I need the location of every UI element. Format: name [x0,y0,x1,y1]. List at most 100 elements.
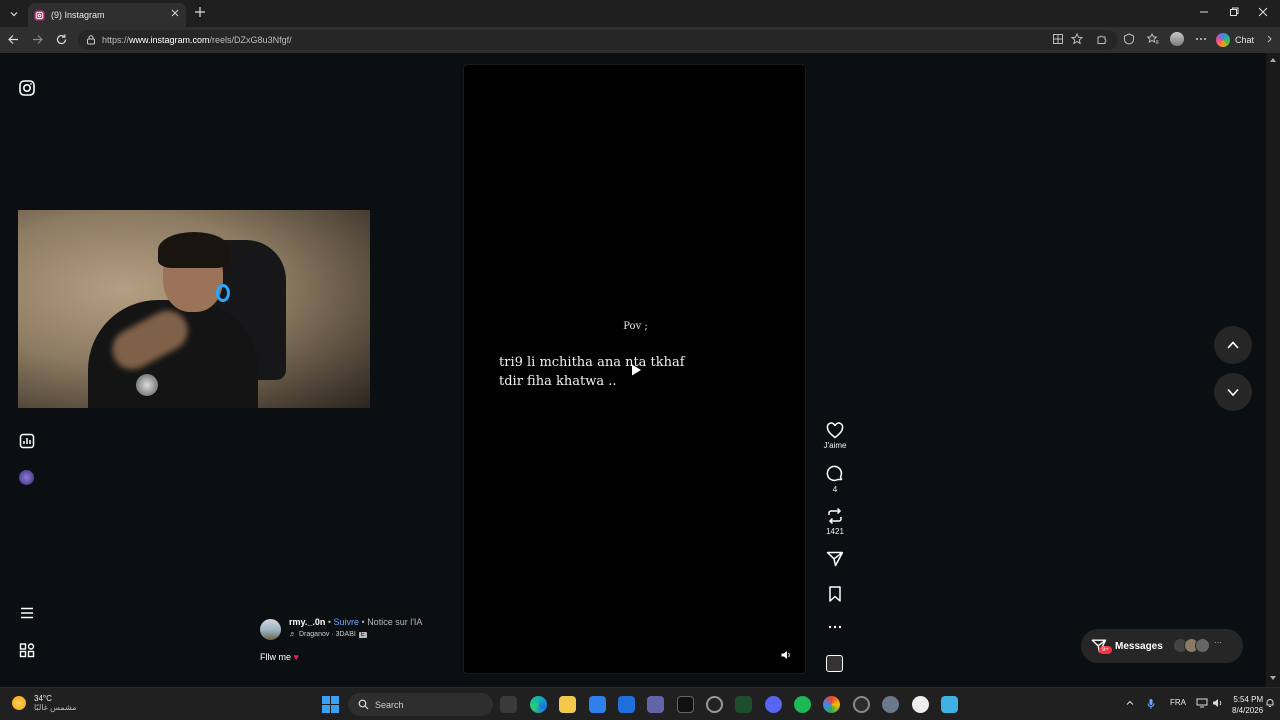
time: 5:54 PM [1233,695,1264,704]
follow-button[interactable]: Suivre [334,617,360,627]
tab-title: (9) Instagram [51,10,105,20]
github-icon[interactable] [853,696,870,713]
back-arrow-icon[interactable] [7,33,20,46]
chevron-down-icon [10,12,18,17]
tab-actions-menu-button[interactable] [4,4,24,24]
settings-gear-icon[interactable] [882,696,899,713]
app-a-icon[interactable] [677,696,694,713]
notifications-icon[interactable] [1265,698,1275,708]
forward-arrow-icon[interactable] [31,33,44,46]
repost-action[interactable]: 1421 [820,507,850,536]
browser-essentials-icon[interactable] [1123,33,1135,45]
teams-icon[interactable] [647,696,664,713]
ai-notice-link[interactable]: Notice sur l'IA [367,617,422,627]
repost-icon[interactable] [826,507,844,525]
close-window-icon[interactable] [1257,6,1269,18]
sidebar-toggle-icon[interactable] [1266,33,1276,45]
refresh-icon[interactable] [55,33,68,46]
audio-thumbnail[interactable] [826,655,843,672]
caption-text: Fllw me [260,652,291,662]
music-info[interactable]: ♬ Draganov · 3DABI E [289,631,367,638]
new-tab-icon[interactable] [194,6,206,18]
volume-icon[interactable] [1212,698,1224,708]
save-action[interactable] [820,585,850,603]
minimize-icon[interactable] [1198,6,1210,18]
terminal-app-icon[interactable] [735,696,752,713]
instagram-logo-icon[interactable] [18,79,36,97]
app-available-icon[interactable] [1052,33,1064,45]
author-line: rmy._.0n • Suivre • Notice sur l'IA [289,617,422,627]
restore-icon[interactable] [1228,6,1240,18]
profile-avatar-small[interactable] [19,470,34,485]
also-from-meta-icon[interactable] [18,642,36,660]
weather-widget[interactable]: 34°C مشمس غالبًا [12,694,76,712]
more-avatars-text: ··· [1214,638,1222,647]
audio-toggle-icon[interactable] [780,649,792,661]
clock[interactable]: 5:54 PM 8/4/2026 [1232,694,1263,716]
author-avatar[interactable] [260,619,281,640]
microphone-icon[interactable] [1146,698,1156,710]
outlook-icon[interactable] [589,696,606,713]
menu-hamburger-icon[interactable] [18,604,36,622]
show-hidden-icons-icon[interactable] [1125,698,1135,708]
profile-avatar[interactable] [1170,32,1184,46]
send-share-icon[interactable] [826,550,844,568]
scroll-up-arrow-icon[interactable] [1269,57,1277,63]
chevron-up-icon [1227,341,1239,349]
chrome-icon[interactable] [823,696,840,713]
heart-icon[interactable] [826,422,844,439]
separator-dot: • [359,617,368,627]
author-username[interactable]: rmy._.0n [289,617,325,627]
copilot-chat-button[interactable]: Chat [1216,31,1254,49]
comment-action[interactable]: 4 [820,465,850,494]
like-action[interactable]: J'aime [820,422,850,450]
webcam-overlay [18,210,370,408]
favorites-icon[interactable] [1147,33,1159,45]
spotify-icon[interactable] [794,696,811,713]
close-tab-icon[interactable] [170,8,180,18]
notepad-icon[interactable] [941,696,958,713]
temperature: 34°C [34,694,52,703]
chat-label: Chat [1235,35,1255,45]
site-info-icon[interactable] [86,35,96,45]
date: 8/4/2026 [1232,706,1264,715]
taskbar-search[interactable]: Search [348,693,493,716]
language-indicator[interactable]: FRA [1170,698,1186,707]
file-explorer-icon[interactable] [559,696,576,713]
more-options-icon[interactable] [1195,33,1207,45]
repost-count: 1421 [826,527,844,536]
page-scrollbar[interactable] [1266,53,1280,687]
scroll-down-arrow-icon[interactable] [1269,675,1277,681]
next-reel-button[interactable] [1214,373,1252,411]
extensions-icon[interactable] [1096,33,1108,45]
bookmark-icon[interactable] [826,585,844,603]
media-player-icon[interactable] [912,696,929,713]
comment-icon[interactable] [826,465,844,483]
edge-browser-icon[interactable] [530,696,547,713]
more-dots-icon[interactable] [826,620,844,634]
app-circle-icon[interactable] [706,696,723,713]
reel-video[interactable]: Pov ; tri9 li mchitha ana nta tkhaf tdir… [463,64,806,674]
windows-taskbar: 34°C مشمس غالبًا Search FRA 5:54 PM 8/4/… [0,687,1280,720]
messages-button[interactable]: 9+ Messages ··· [1081,629,1243,663]
play-icon[interactable] [629,363,643,377]
task-view-icon[interactable] [500,696,517,713]
discord-icon[interactable] [765,696,782,713]
dashboard-icon[interactable] [18,432,36,450]
browser-tab-instagram[interactable]: (9) Instagram [28,3,186,27]
previous-reel-button[interactable] [1214,326,1252,364]
microphone [136,374,158,396]
address-bar[interactable]: https://www.instagram.com/reels/DZxG8u3N… [78,30,1118,50]
store-icon[interactable] [618,696,635,713]
music-title: Draganov · 3DABI [299,631,356,638]
network-icon[interactable] [1196,698,1208,708]
browser-tab-bar: (9) Instagram [0,0,1280,27]
search-placeholder: Search [375,699,404,710]
favorite-star-icon[interactable] [1071,33,1083,45]
reel-pov-text: Pov ; [623,321,648,332]
person-hair [158,232,230,268]
start-button[interactable] [322,696,339,713]
more-action[interactable] [820,620,850,634]
music-note-icon: ♬ [289,631,296,638]
share-action[interactable] [820,550,850,568]
